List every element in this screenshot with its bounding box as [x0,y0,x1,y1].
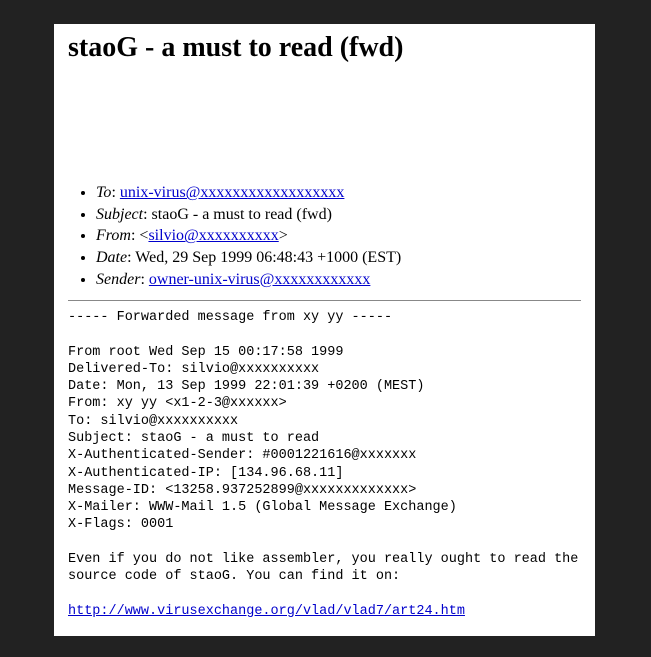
header-from-label: From [96,227,131,244]
header-date-value: Wed, 29 Sep 1999 06:48:43 +1000 (EST) [135,249,401,266]
header-subject-value: staoG - a must to read (fwd) [152,206,332,223]
header-subject-label: Subject [96,206,143,223]
email-header-list: To: unix-virus@xxxxxxxxxxxxxxxxxx Subjec… [68,182,581,290]
header-from: From: <silvio@xxxxxxxxxx> [96,225,581,247]
header-sender-label: Sender [96,271,140,288]
document-page: staoG - a must to read (fwd) To: unix-vi… [54,24,595,636]
header-to: To: unix-virus@xxxxxxxxxxxxxxxxxx [96,182,581,204]
header-date-label: Date [96,249,127,266]
header-sender: Sender: owner-unix-virus@xxxxxxxxxxxx [96,269,581,291]
divider [68,300,581,301]
header-subject: Subject: staoG - a must to read (fwd) [96,204,581,226]
title-spacer [68,70,581,182]
page-title: staoG - a must to read (fwd) [68,32,581,64]
message-body-link[interactable]: http://www.virusexchange.org/vlad/vlad7/… [68,604,465,619]
header-from-link[interactable]: silvio@xxxxxxxxxx [148,227,278,244]
message-body-pre: ----- Forwarded message from xy yy -----… [68,310,578,584]
header-to-label: To [96,184,111,201]
header-sender-link[interactable]: owner-unix-virus@xxxxxxxxxxxx [149,271,371,288]
header-from-suffix: > [279,227,288,244]
header-to-link[interactable]: unix-virus@xxxxxxxxxxxxxxxxxx [120,184,345,201]
header-date: Date: Wed, 29 Sep 1999 06:48:43 +1000 (E… [96,247,581,269]
message-body: ----- Forwarded message from xy yy -----… [68,309,581,620]
